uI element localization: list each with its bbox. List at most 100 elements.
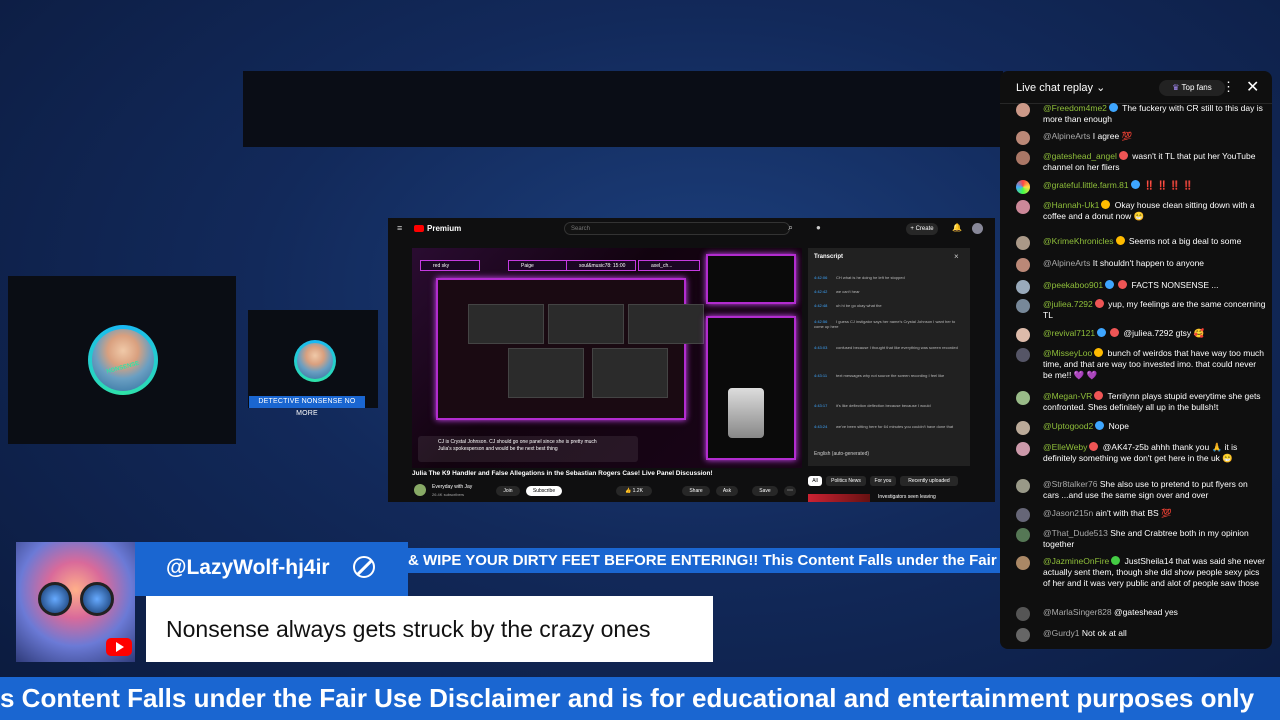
video-tile [592, 348, 668, 398]
chat-avatar [1016, 348, 1030, 362]
transcript-row[interactable]: 4:43:17 it's like deflection deflection b… [814, 403, 964, 408]
chat-mode-dropdown[interactable]: Live chat replay ⌄ [1016, 81, 1105, 94]
chat-message: @Gurdy1 Not ok at all [1016, 628, 1266, 642]
guest-avatar-large [88, 325, 158, 395]
chat-avatar [1016, 236, 1030, 250]
related-title[interactable]: Investigators seen leaving [878, 494, 936, 500]
chat-avatar [1016, 479, 1030, 493]
chat-avatar [1016, 607, 1030, 621]
subscribe-button[interactable]: Subscribe [526, 486, 562, 496]
member-badge-icon [1094, 348, 1104, 357]
like-button[interactable]: 👍 1.2K [616, 486, 652, 496]
chat-message: @JazmineOnFire JustSheila14 that was sai… [1016, 556, 1266, 589]
chat-avatar [1016, 180, 1030, 194]
chat-header: Live chat replay ⌄ ♛ Top fans ⋮ ✕ [1000, 71, 1272, 104]
comment-text: Nonsense always gets struck by the crazy… [166, 616, 651, 642]
chat-message: @That_Dude513 She and Crabtree both in m… [1016, 528, 1266, 550]
more-vert-icon[interactable]: ⋮ [1222, 79, 1235, 95]
transcript-row[interactable]: 4:42:56 I guess CJ instigator says her na… [814, 319, 964, 329]
video-side-frame [706, 254, 796, 304]
save-button[interactable]: Save [752, 486, 778, 496]
member-badge-icon [1118, 280, 1128, 289]
share-button[interactable]: Share [682, 486, 710, 496]
channel-avatar[interactable] [414, 484, 426, 496]
youtube-search[interactable]: Search [564, 222, 790, 235]
transcript-panel: Transcript × 4:42:06 CH what is he doing … [808, 248, 970, 466]
video-tile [548, 304, 624, 344]
guest-panel-small [248, 310, 378, 408]
transcript-row[interactable]: 4:42:48 uh hi be go okay what the [814, 303, 882, 308]
filter-chip[interactable]: For you [870, 476, 896, 486]
video-tile [508, 348, 584, 398]
join-button[interactable]: Join [496, 486, 520, 496]
transcript-row[interactable]: 4:43:11 text messages why not source the … [814, 373, 964, 378]
close-transcript-icon[interactable]: × [954, 252, 959, 261]
comment-author: @LazyWolf-hj4ir [166, 556, 330, 579]
shared-screen: ≡ Premium Search ⌕ ● + Create 🔔 red sky … [388, 218, 995, 502]
related-thumbnail[interactable] [808, 494, 870, 502]
chat-avatar [1016, 103, 1030, 117]
chat-message: @gateshead_angel wasn't it TL that put h… [1016, 151, 1266, 173]
comment-author-bar: @LazyWolf-hj4ir [135, 542, 408, 596]
member-badge-icon [1115, 236, 1125, 245]
video-tile [628, 304, 704, 344]
filter-chip-all[interactable]: All [808, 476, 822, 486]
menu-icon[interactable]: ≡ [397, 223, 402, 233]
guest-name-tag: DETECTIVE NONSENSE NO MORE [249, 396, 365, 417]
chat-avatar [1016, 556, 1030, 570]
moderator-icon [353, 556, 375, 578]
chat-message: @Str8talker76 She also use to pretend to… [1016, 479, 1266, 501]
create-button[interactable]: + Create [906, 223, 938, 235]
transcript-row[interactable]: 4:42:06 CH what is he doing he left he st… [814, 275, 905, 280]
channel-subs: 26.4K subscribers [432, 492, 465, 497]
channel-name[interactable]: Everyday with Jay [432, 484, 472, 490]
bell-icon[interactable]: 🔔 [952, 223, 962, 232]
chevron-down-icon: ⌄ [1096, 82, 1106, 94]
chat-avatar [1016, 421, 1030, 435]
chat-message: @MisseyLoo bunch of weirdos that have wa… [1016, 348, 1266, 381]
filter-chip[interactable]: Recently uploaded [900, 476, 958, 486]
disclaimer-ticker: s Content Falls under the Fair Use Discl… [0, 677, 1280, 720]
guest-panel-main: NONSENSE [8, 276, 236, 444]
youtube-logo[interactable]: Premium [414, 224, 461, 233]
top-fans-button[interactable]: ♛ Top fans [1159, 80, 1225, 96]
top-dark-bar [243, 71, 1003, 147]
chat-avatar [1016, 131, 1030, 145]
mic-icon[interactable]: ● [816, 223, 821, 232]
crown-icon: ♛ [1172, 83, 1180, 92]
member-badge-icon [1111, 556, 1121, 565]
chat-avatar [1016, 200, 1030, 214]
chat-message: @AlpineArts It shouldn't happen to anyon… [1016, 258, 1266, 272]
chat-avatar [1016, 528, 1030, 542]
chat-avatar [1016, 151, 1030, 165]
member-badge-icon [1110, 328, 1120, 337]
chat-avatar [1016, 258, 1030, 272]
chat-message: @KrimeKhronicles Seems not a big deal to… [1016, 236, 1266, 250]
commenter-avatar [16, 542, 135, 662]
guest-avatar-small [294, 340, 336, 382]
video-player[interactable]: red sky Paige soul&music78: 15:00 axel_c… [412, 248, 802, 468]
member-badge-icon [1094, 391, 1104, 400]
transcript-title: Transcript [814, 254, 844, 260]
search-icon[interactable]: ⌕ [788, 222, 793, 233]
youtube-play-icon [106, 638, 132, 656]
video-title: Julia The K9 Handler and False Allegatio… [412, 470, 713, 477]
ask-button[interactable]: Ask [716, 486, 738, 496]
video-chip: red sky [420, 260, 480, 271]
transcript-row[interactable]: 4:42:42 we can't hear [814, 289, 860, 294]
member-badge-icon [1130, 180, 1140, 189]
chat-message: @ElleWeby @AK47-z5b ahhh thank you 🙏 it … [1016, 442, 1266, 464]
close-icon[interactable]: ✕ [1246, 77, 1259, 97]
more-icon[interactable]: ⋯ [784, 486, 796, 496]
member-badge-icon [1089, 442, 1099, 451]
member-badge-icon [1097, 328, 1107, 337]
filter-chip[interactable]: Politics News [826, 476, 866, 486]
chat-message: @MarlaSinger828 @gateshead yes [1016, 607, 1266, 621]
member-badge-icon [1101, 200, 1111, 209]
chat-avatar [1016, 328, 1030, 342]
account-avatar[interactable] [972, 223, 983, 234]
transcript-row[interactable]: 4:43:24 we've been sitting here for 64 mi… [814, 424, 964, 429]
transcript-row[interactable]: 4:43:03 confused because I thought that l… [814, 345, 964, 350]
transcript-language[interactable]: English (auto-generated) [814, 451, 869, 457]
chat-avatar [1016, 628, 1030, 642]
